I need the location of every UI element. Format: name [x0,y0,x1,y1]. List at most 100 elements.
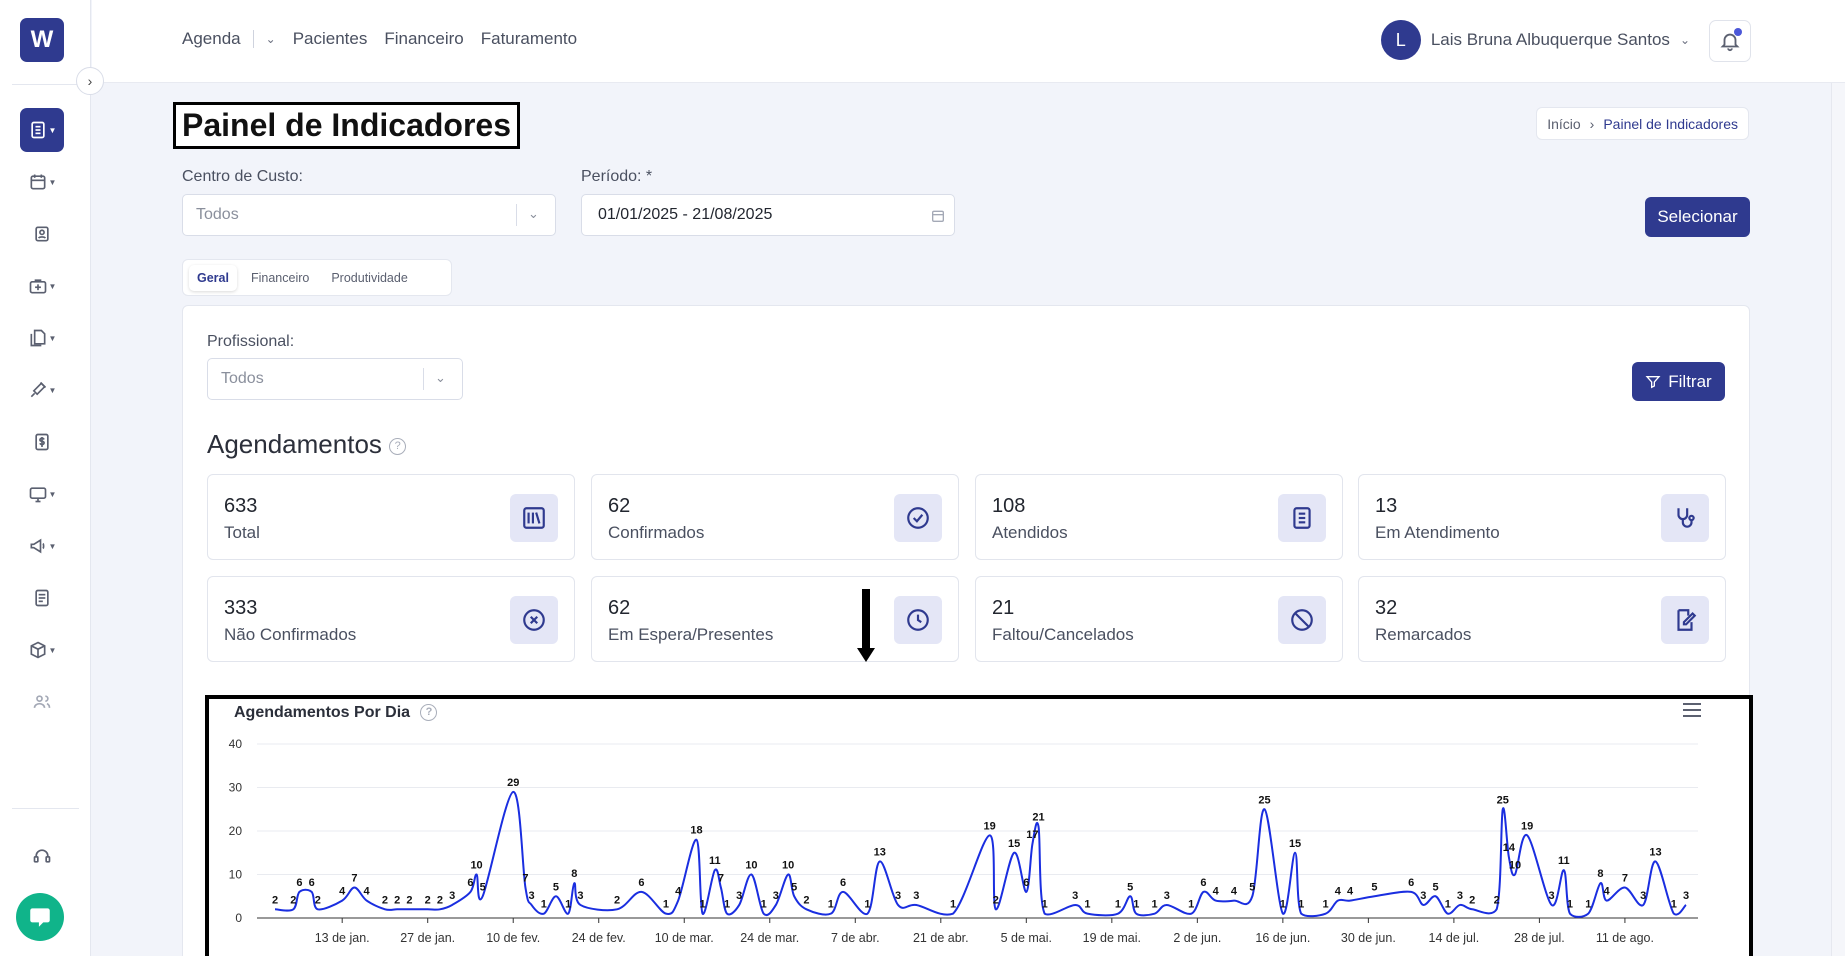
sidebar-item-procedures[interactable]: ▼ [20,368,64,412]
nav-agenda[interactable]: Agenda [182,29,241,49]
data-label: 8 [571,868,577,880]
chevron-down-icon: ⌄ [528,206,539,221]
sidebar-toggle-button[interactable]: › [76,67,104,95]
data-label: 4 [339,886,346,898]
nav-pacientes[interactable]: Pacientes [293,29,368,49]
stat-card-faltou: 21 Faltou/Cancelados [975,576,1343,662]
id-card-icon [35,226,49,242]
tab-geral[interactable]: Geral [189,264,237,291]
professional-select[interactable]: Todos ⌄ [207,358,463,400]
sidebar-item-clinic[interactable]: ▼ [20,264,64,308]
data-label: 3 [528,890,534,902]
data-label: 1 [1567,899,1573,911]
data-label: 5 [480,881,486,893]
help-icon[interactable]: ? [420,704,438,722]
x-tick-label: 24 de mar. [740,931,799,945]
data-label: 6 [638,877,644,889]
data-label: 2 [614,894,620,906]
stat-label: Em Espera/Presentes [608,625,774,644]
chevron-down-icon[interactable]: ⌄ [266,32,276,46]
data-label: 5 [1433,881,1439,893]
sidebar-item-finance[interactable] [20,420,64,464]
data-label: 5 [1249,881,1255,893]
chevron-right-icon: › [1589,115,1595,132]
data-label: 4 [1213,886,1220,898]
notifications-button[interactable] [1709,20,1751,62]
sidebar-item-documents[interactable]: ▼ [20,316,64,360]
period-value: 01/01/2025 - 21/08/2025 [598,206,773,223]
data-label: 19 [984,820,996,832]
help-icon[interactable]: ? [389,437,407,455]
stat-card-atendidos: 108 Atendidos [975,474,1343,560]
data-label: 7 [522,873,528,885]
chart-title-text: Agendamentos Por Dia [234,704,411,721]
filter-button[interactable]: Filtrar [1632,362,1725,401]
data-label: 29 [507,777,519,789]
avatar[interactable]: L [1380,20,1421,60]
data-label: 15 [1289,838,1301,850]
notebook-icon [30,121,45,139]
data-label: 1 [541,899,547,911]
cost-center-value: Todos [196,206,239,223]
medical-bag-icon [29,279,46,294]
tab-financeiro[interactable]: Financeiro [243,265,317,291]
data-label: 1 [864,899,870,911]
data-label: 2 [993,894,999,906]
data-label: 1 [950,899,956,911]
data-label: 1 [724,899,730,911]
sidebar-item-dashboard[interactable]: ▼ [20,108,64,152]
edit-note-icon [1661,596,1709,644]
users-icon [33,695,51,708]
nav-financeiro[interactable]: Financeiro [384,29,463,49]
data-label: 1 [1133,899,1139,911]
x-tick-label: 7 de abr. [831,931,880,945]
data-label: 2 [382,894,388,906]
data-label: 3 [1683,890,1689,902]
sidebar-item-patients[interactable] [20,212,64,256]
data-label: 3 [736,890,742,902]
y-tick-label: 40 [229,737,243,751]
sidebar-item-inventory[interactable]: ▼ [20,628,64,672]
x-tick-label: 13 de jan. [315,931,370,945]
chat-button[interactable] [16,893,64,941]
report-icon [35,589,49,607]
sidebar-item-marketing[interactable]: ▼ [20,524,64,568]
x-tick-label: 10 de mar. [655,931,714,945]
user-menu[interactable]: L Lais Bruna Albuquerque Santos ⌄ [1380,20,1690,60]
annotation-arrow [862,589,870,649]
box-icon [30,641,46,659]
sidebar-item-teleconsult[interactable]: ▼ [20,472,64,516]
data-label: 5 [1127,881,1133,893]
data-label: 7 [1622,873,1628,885]
sidebar-divider [12,808,79,809]
chevron-down-icon[interactable]: ⌄ [1680,33,1690,47]
user-name[interactable]: Lais Bruna Albuquerque Santos [1431,30,1670,50]
sidebar-item-support[interactable] [20,834,64,878]
page-scrollbar[interactable] [1831,83,1845,956]
app-logo[interactable]: W [20,18,64,62]
nav-faturamento[interactable]: Faturamento [481,29,577,49]
period-input[interactable]: 01/01/2025 - 21/08/2025 [581,194,955,236]
select-button[interactable]: Selecionar [1645,197,1750,237]
data-label: 1 [1323,899,1329,911]
headset-icon [33,849,51,863]
breadcrumb-home[interactable]: Início [1547,116,1580,132]
sidebar-item-users[interactable] [20,680,64,724]
syringe-icon [30,381,46,398]
data-label: 14 [1503,842,1516,854]
stat-card-nao-confirmados: 333 Não Confirmados [207,576,575,662]
calendar-icon [932,210,944,222]
breadcrumb: Início › Painel de Indicadores [1536,107,1749,140]
check-circle-icon [894,494,942,542]
stat-value: 21 [992,597,1015,619]
data-label: 10 [1509,860,1521,872]
tab-produtividade[interactable]: Produtividade [323,265,415,291]
cost-center-select[interactable]: Todos ⌄ [182,194,556,236]
data-label: 3 [1549,890,1555,902]
sidebar-item-reports[interactable] [20,576,64,620]
stat-label: Total [224,523,260,542]
sidebar-item-calendar[interactable]: ▼ [20,160,64,204]
hamburger-menu-icon[interactable] [1683,703,1701,717]
data-label: 6 [1023,877,1029,889]
data-label: 1 [1084,899,1090,911]
